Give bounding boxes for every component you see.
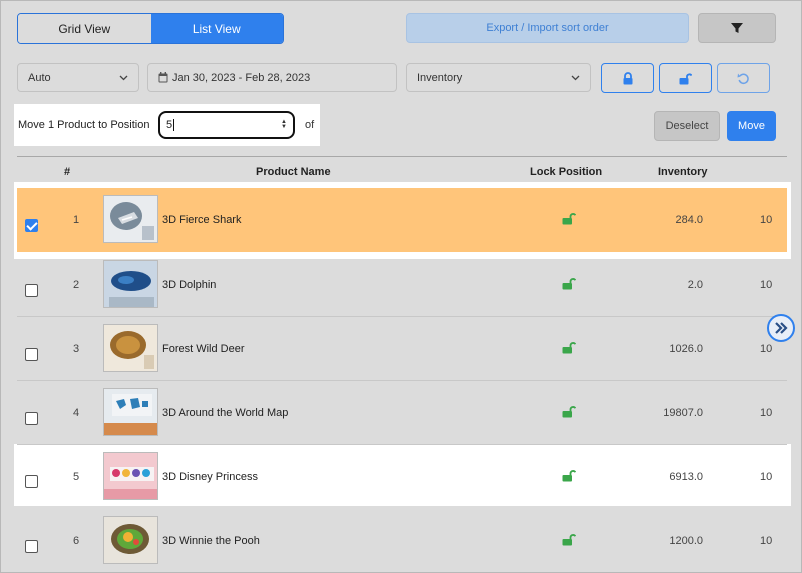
export-import-button[interactable]: Export / Import sort order	[406, 13, 689, 43]
column-header-index: #	[64, 166, 71, 178]
row-checkbox[interactable]	[25, 412, 38, 425]
sort-mode-select[interactable]: Auto	[17, 63, 139, 92]
table-row[interactable]: 1 3D Fierce Shark 284.0 10	[17, 188, 787, 252]
spinner-down-icon[interactable]: ▼	[281, 124, 287, 130]
product-name: Forest Wild Deer	[162, 343, 245, 355]
scroll-right-button[interactable]	[767, 314, 795, 342]
unlock-icon	[562, 470, 577, 482]
number-spinner[interactable]: ▲ ▼	[281, 119, 287, 130]
inventory-value: 1026.0	[669, 343, 703, 355]
product-name: 3D Winnie the Pooh	[162, 535, 260, 547]
row-index: 3	[72, 343, 80, 355]
table-row[interactable]: 3 Forest Wild Deer 1026.0 10	[17, 317, 787, 381]
unlock-icon	[562, 342, 577, 354]
position-value: 5	[166, 119, 173, 131]
list-view-button[interactable]: List View	[150, 14, 283, 43]
of-label: of	[305, 119, 315, 131]
inventory-value: 284.0	[675, 214, 703, 226]
undo-icon	[737, 73, 749, 84]
date-range-field[interactable]: Jan 30, 2023 - Feb 28, 2023	[147, 63, 397, 92]
filter-icon	[731, 23, 743, 33]
row-extra-value: 10	[760, 471, 773, 483]
row-checkbox[interactable]	[25, 348, 38, 361]
product-thumbnail	[103, 324, 158, 372]
move-label: Move 1 Product to Position	[18, 119, 150, 131]
unlock-icon	[562, 213, 577, 225]
unlock-icon	[562, 278, 577, 290]
lock-icon	[623, 71, 632, 84]
row-extra-value: 10	[760, 279, 773, 291]
column-header-inventory[interactable]: Inventory	[658, 166, 708, 178]
product-name: 3D Disney Princess	[162, 471, 258, 483]
metric-value: Inventory	[417, 71, 463, 84]
product-name: 3D Dolphin	[162, 279, 217, 291]
filter-button[interactable]	[698, 13, 776, 43]
row-extra-value: 10	[760, 535, 773, 547]
double-chevron-right-icon	[775, 322, 788, 334]
row-index: 5	[72, 471, 80, 483]
inventory-value: 1200.0	[669, 535, 703, 547]
chevron-down-icon	[571, 75, 580, 80]
date-range-value: Jan 30, 2023 - Feb 28, 2023	[172, 71, 311, 84]
grid-view-button[interactable]: Grid View	[18, 14, 151, 43]
row-checkbox[interactable]	[25, 284, 38, 297]
product-name: 3D Fierce Shark	[162, 214, 242, 226]
product-thumbnail	[103, 195, 158, 243]
chevron-down-icon	[119, 75, 128, 80]
unlock-icon	[679, 72, 692, 84]
text-cursor	[173, 119, 175, 131]
product-name: 3D Around the World Map	[162, 407, 289, 419]
view-toggle: Grid View List View	[17, 13, 284, 44]
lock-toggle[interactable]	[562, 212, 577, 228]
inventory-value: 2.0	[687, 279, 703, 291]
row-index: 1	[72, 214, 80, 226]
lock-toggle[interactable]	[562, 405, 577, 421]
lock-toggle[interactable]	[562, 341, 577, 357]
inventory-value: 6913.0	[669, 471, 703, 483]
table-row[interactable]: 5 3D Disney Princess 6913.0 10	[17, 445, 787, 505]
row-index: 2	[72, 279, 80, 291]
row-extra-value: 10	[760, 214, 773, 226]
row-checkbox[interactable]	[25, 219, 38, 232]
sort-mode-value: Auto	[28, 71, 51, 84]
unlock-all-button[interactable]	[659, 63, 712, 93]
inventory-value: 19807.0	[663, 407, 703, 419]
product-sort-panel: Grid View List View Export / Import sort…	[0, 0, 802, 573]
row-extra-value: 10	[760, 343, 773, 355]
position-input[interactable]: 5 ▲ ▼	[158, 111, 295, 139]
lock-toggle[interactable]	[562, 277, 577, 293]
row-index: 4	[72, 407, 80, 419]
row-index: 6	[72, 535, 80, 547]
calendar-icon	[158, 72, 168, 83]
product-thumbnail	[103, 516, 158, 564]
column-header-name[interactable]: Product Name	[256, 166, 331, 178]
unlock-icon	[562, 534, 577, 546]
product-thumbnail	[103, 388, 158, 436]
row-checkbox[interactable]	[25, 475, 38, 488]
table-row[interactable]: 4 3D Around the World Map 19807.0 10	[17, 381, 787, 445]
row-checkbox[interactable]	[25, 540, 38, 553]
lock-toggle[interactable]	[562, 533, 577, 549]
lock-all-button[interactable]	[601, 63, 654, 93]
product-thumbnail	[103, 452, 158, 500]
column-header-lock[interactable]: Lock Position	[530, 166, 602, 178]
unlock-icon	[562, 406, 577, 418]
product-thumbnail	[103, 260, 158, 308]
lock-toggle[interactable]	[562, 469, 577, 485]
row-extra-value: 10	[760, 407, 773, 419]
move-button[interactable]: Move	[727, 111, 776, 141]
deselect-button[interactable]: Deselect	[654, 111, 720, 141]
metric-select[interactable]: Inventory	[406, 63, 591, 92]
reset-order-button[interactable]	[717, 63, 770, 93]
table-divider	[17, 156, 787, 157]
table-row[interactable]: 2 3D Dolphin 2.0 10	[17, 253, 787, 317]
table-row[interactable]: 6 3D Winnie the Pooh 1200.0 10	[17, 509, 787, 572]
